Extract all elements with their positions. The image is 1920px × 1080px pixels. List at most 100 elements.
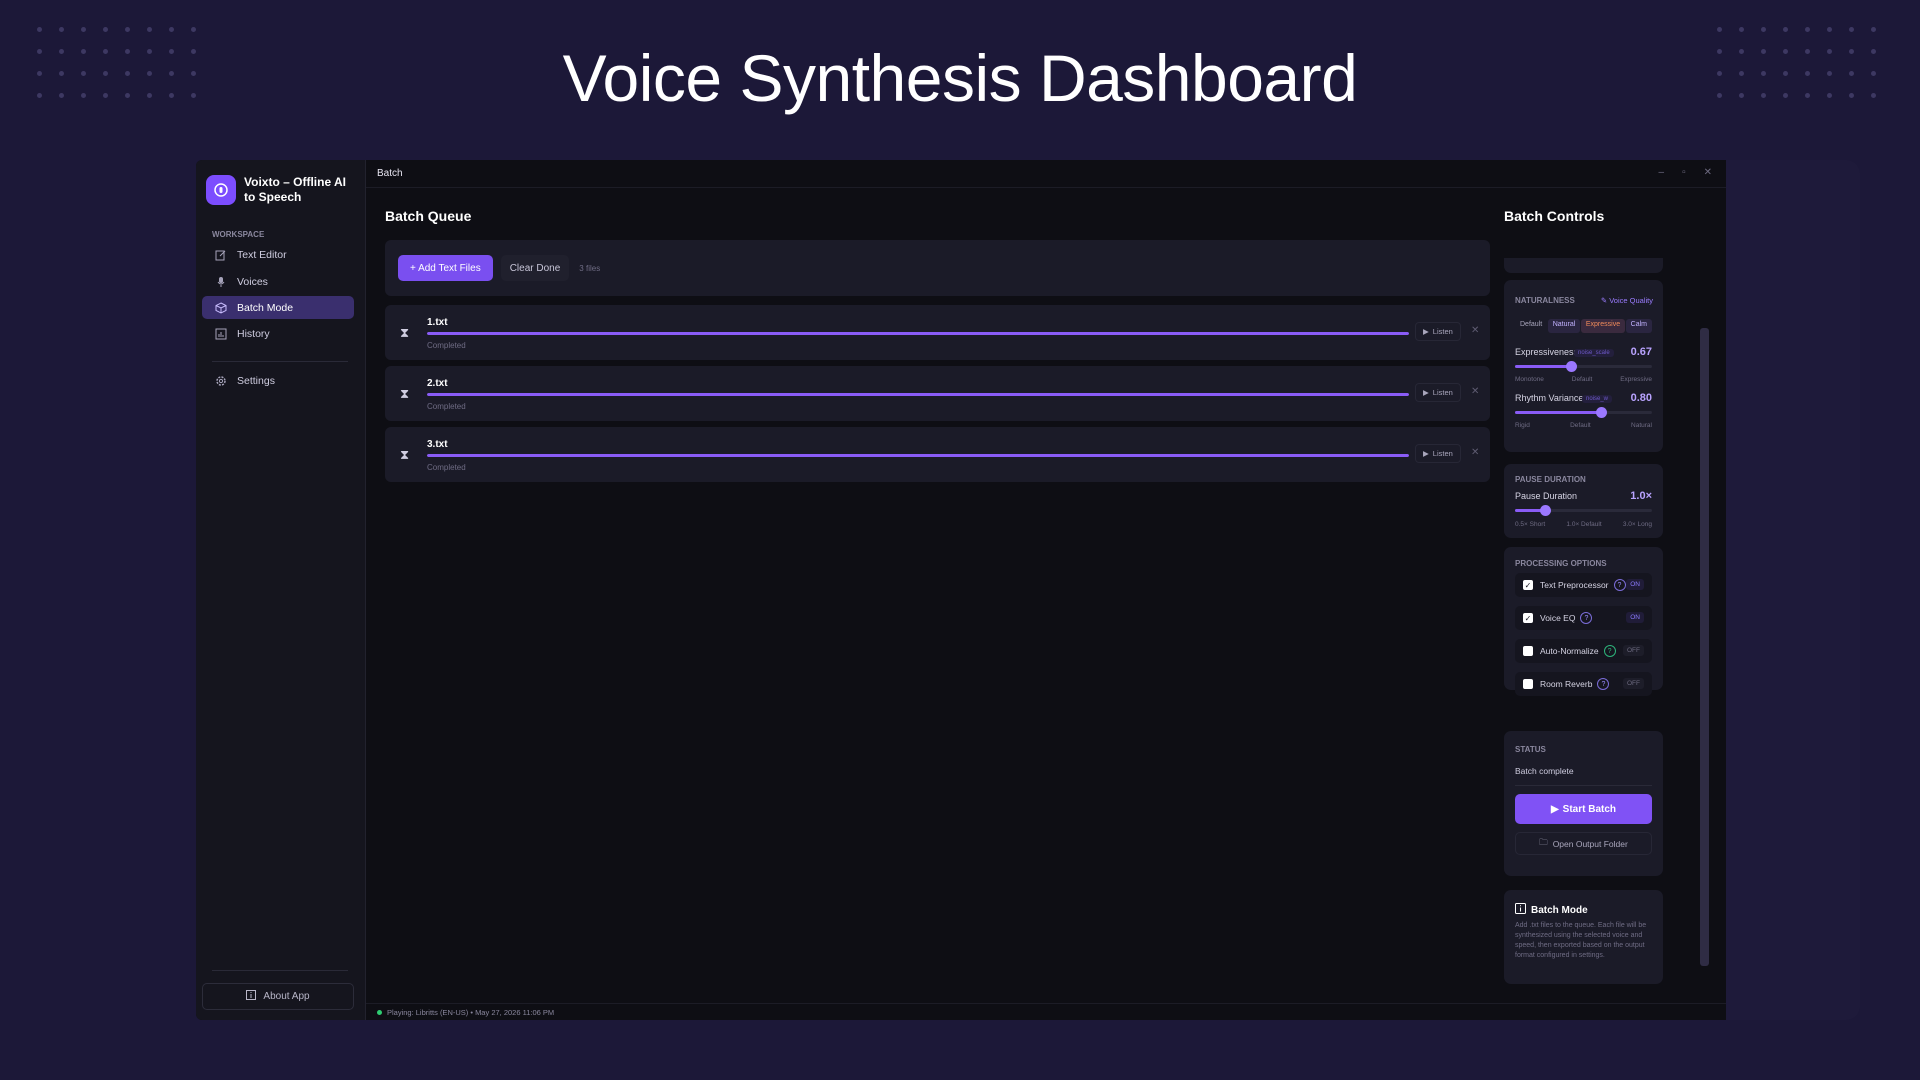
clear-done-button[interactable]: Clear Done <box>500 255 570 281</box>
edit-icon <box>214 248 228 262</box>
hero-title: Voice Synthesis Dashboard <box>562 41 1358 115</box>
minimize-icon[interactable]: – <box>1659 167 1665 178</box>
play-icon: ▶ <box>1423 449 1429 458</box>
naturalness-card: NATURALNESS ✎ Voice Quality Default Natu… <box>1504 280 1663 452</box>
start-batch-button[interactable]: ▶ Start Batch <box>1515 794 1652 824</box>
preset-natural[interactable]: Natural <box>1547 319 1581 333</box>
batch-mode-info-desc: Add .txt files to the queue. Each file w… <box>1515 922 1647 959</box>
app-logo-icon <box>206 175 236 205</box>
file-status: Completed <box>427 402 466 411</box>
sidebar-item-label: Settings <box>237 374 275 387</box>
remove-icon[interactable]: ✕ <box>1471 325 1479 336</box>
progress-fill <box>427 332 1409 335</box>
sidebar-item-history[interactable]: History <box>202 322 354 345</box>
status-divider <box>1515 785 1652 786</box>
progress-bar <box>427 332 1409 335</box>
workspace-section-label: WORKSPACE <box>212 230 265 239</box>
box-icon <box>214 301 228 315</box>
listen-button[interactable]: ▶ Listen <box>1415 383 1461 402</box>
processing-options-label: PROCESSING OPTIONS <box>1515 559 1607 568</box>
info-icon <box>1515 903 1526 917</box>
scale-min: 0.5× Short <box>1515 521 1546 528</box>
listen-button[interactable]: ▶ Listen <box>1415 322 1461 341</box>
close-icon[interactable]: ✕ <box>1704 167 1712 178</box>
hourglass-icon: ⧗ <box>400 386 410 401</box>
scale-min: Monotone <box>1515 376 1544 383</box>
preset-expressive[interactable]: Expressive <box>1580 319 1626 333</box>
checkbox[interactable]: ✓ <box>1523 580 1533 590</box>
status-bar-text: Playing: Libritts (EN-US) • May 27, 2026… <box>387 1007 555 1017</box>
option-room-reverb[interactable]: Room Reverb ? OFF <box>1515 672 1652 696</box>
pause-duration-value: 1.0× <box>1630 490 1652 502</box>
app-title: Voixto – Offline AI to Speech <box>244 175 347 204</box>
slider-fill <box>1515 411 1602 414</box>
rhythm-variance-scale: Rigid Default Natural <box>1515 422 1652 429</box>
voice-quality-link[interactable]: ✎ Voice Quality <box>1601 296 1653 305</box>
help-icon[interactable]: ? <box>1613 579 1626 591</box>
preset-calm[interactable]: Calm <box>1625 319 1652 333</box>
slider-handle[interactable] <box>1596 407 1608 418</box>
pause-duration-section-label: PAUSE DURATION <box>1515 475 1586 484</box>
sidebar-item-settings[interactable]: Settings <box>202 369 354 392</box>
queue-item: ⧗ 1.txt Completed ▶ Listen ✕ <box>385 305 1490 360</box>
remove-icon[interactable]: ✕ <box>1471 447 1479 458</box>
option-state: ON <box>1626 612 1644 623</box>
file-name: 3.txt <box>427 439 448 450</box>
file-status: Completed <box>427 341 466 350</box>
rhythm-variance-value: 0.80 <box>1630 392 1652 404</box>
progress-bar <box>427 393 1409 396</box>
play-icon: ▶ <box>1423 327 1429 336</box>
checkbox[interactable] <box>1523 679 1533 689</box>
sidebar-item-text-editor[interactable]: Text Editor <box>202 243 354 266</box>
status-bar: Playing: Libritts (EN-US) • May 27, 2026… <box>366 1003 1726 1020</box>
add-text-files-button[interactable]: + Add Text Files <box>398 255 493 281</box>
progress-fill <box>427 454 1409 457</box>
batch-mode-info-title-text: Batch Mode <box>1531 904 1588 916</box>
option-text-preprocessor[interactable]: ✓ Text Preprocessor ? ON <box>1515 573 1652 597</box>
option-voice-eq[interactable]: ✓ Voice EQ ? ON <box>1515 606 1652 630</box>
option-state: OFF <box>1623 678 1644 689</box>
slider-handle[interactable] <box>1540 505 1552 516</box>
microphone-icon <box>214 275 228 289</box>
option-state: OFF <box>1623 645 1644 656</box>
sidebar-divider <box>212 361 348 362</box>
slider-fill <box>1515 365 1572 368</box>
checkbox[interactable]: ✓ <box>1523 613 1533 623</box>
sidebar-item-label: Voices <box>237 275 268 288</box>
file-name: 2.txt <box>427 378 448 389</box>
preset-default[interactable]: Default <box>1515 319 1547 333</box>
queue-item: ⧗ 2.txt Completed ▶ Listen ✕ <box>385 366 1490 421</box>
folder-icon: 🗀 <box>1539 836 1548 847</box>
right-panel-scrollbar[interactable] <box>1700 328 1709 966</box>
sidebar-item-voices[interactable]: Voices <box>202 270 354 293</box>
pause-duration-label: Pause Duration <box>1515 491 1578 501</box>
about-app-button[interactable]: About App <box>202 983 354 1010</box>
batch-mode-info-card: Batch Mode Add .txt files to the queue. … <box>1504 890 1663 984</box>
playing-indicator <box>377 1009 382 1015</box>
scale-mid: Default <box>1571 376 1593 383</box>
option-label: Voice EQ <box>1540 613 1576 623</box>
rhythm-variance-slider[interactable] <box>1515 407 1652 418</box>
option-auto-normalize[interactable]: Auto-Normalize ? OFF <box>1515 639 1652 663</box>
sidebar-item-batch-mode[interactable]: Batch Mode <box>202 296 354 319</box>
play-icon: ▶ <box>1423 388 1429 397</box>
file-count: 3 files <box>579 263 601 273</box>
open-output-folder-label: Open Output Folder <box>1552 838 1628 849</box>
pause-duration-slider[interactable] <box>1515 505 1652 516</box>
open-output-folder-button[interactable]: 🗀 Open Output Folder <box>1515 832 1652 855</box>
sidebar: Voixto – Offline AI to Speech WORKSPACE … <box>196 160 366 1020</box>
start-batch-label: Start Batch <box>1562 803 1617 815</box>
listen-button[interactable]: ▶ Listen <box>1415 444 1461 463</box>
status-text: Batch complete <box>1515 766 1574 776</box>
help-icon[interactable]: ? <box>1597 678 1610 690</box>
option-label: Auto-Normalize <box>1540 646 1599 656</box>
expressiveness-slider[interactable] <box>1515 361 1652 372</box>
checkbox[interactable] <box>1523 646 1533 656</box>
remove-icon[interactable]: ✕ <box>1471 386 1479 397</box>
progress-fill <box>427 393 1409 396</box>
help-icon[interactable]: ? <box>1603 645 1616 657</box>
maximize-icon[interactable]: ▫ <box>1682 167 1686 178</box>
processing-options-card: PROCESSING OPTIONS ✓ Text Preprocessor ?… <box>1504 547 1663 696</box>
help-icon[interactable]: ? <box>1580 612 1593 624</box>
slider-handle[interactable] <box>1566 361 1578 372</box>
